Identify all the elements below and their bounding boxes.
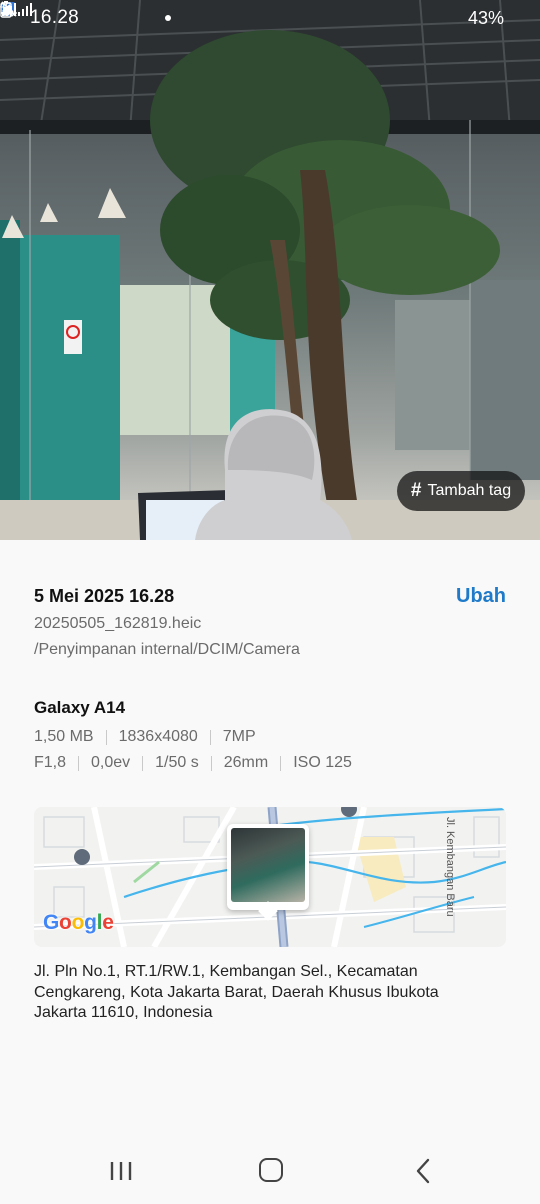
divider <box>142 755 144 771</box>
home-button[interactable] <box>259 1158 283 1182</box>
recents-icon <box>110 1162 132 1180</box>
street-label: Jl. Kembangan Baru <box>444 817 456 917</box>
add-tag-button[interactable]: # Tambah tag <box>397 471 525 511</box>
battery-percentage: 43% <box>467 7 504 28</box>
divider <box>209 729 211 745</box>
aperture: F1,8 <box>34 754 67 771</box>
status-bar: 16.28 4G 43% <box>0 0 540 36</box>
divider <box>210 755 212 771</box>
photo-image <box>0 0 540 540</box>
details-panel: 5 Mei 2025 16.28 Ubah 20250505_162819.he… <box>0 540 540 1140</box>
edit-button[interactable]: Ubah <box>456 585 506 608</box>
navigation-bar <box>0 1140 540 1204</box>
file-name: 20250505_162819.heic <box>34 615 202 632</box>
signal-4g-icon: 4G <box>0 1 460 27</box>
location-address: Jl. Pln No.1, RT.1/RW.1, Kembangan Sel.,… <box>34 963 439 1021</box>
location-map[interactable]: Jl. Kembangan Baru Google <box>34 807 506 947</box>
recents-button[interactable] <box>108 1159 134 1183</box>
camera-specs: F1,8 0,0ev 1/50 s 26mm ISO 125 <box>34 754 352 772</box>
date-row: 5 Mei 2025 16.28 Ubah <box>34 585 506 608</box>
photo-date: 5 Mei 2025 16.28 <box>34 586 175 606</box>
hashtag-icon: # <box>410 480 422 501</box>
file-size: 1,50 MB <box>34 728 94 745</box>
device-name: Galaxy A14 <box>34 698 126 717</box>
mute-icon <box>1 1 392 27</box>
file-specs: 1,50 MB 1836x4080 7MP <box>34 728 256 746</box>
google-logo: Google <box>43 911 114 934</box>
iso: ISO 125 <box>293 754 352 771</box>
photo-view[interactable]: 16.28 4G 43% # Tambah tag <box>0 0 540 540</box>
file-path: /Penyimpanan internal/DCIM/Camera <box>34 641 300 658</box>
exposure: 0,0ev <box>91 754 131 771</box>
dot-icon <box>165 15 172 21</box>
missed-call-icon <box>0 3 131 27</box>
divider <box>78 755 80 771</box>
status-time: 16.28 <box>30 7 80 28</box>
resolution: 1836x4080 <box>118 728 198 745</box>
map-photo-marker[interactable] <box>227 824 309 921</box>
battery-icon <box>0 1 524 27</box>
shutter-speed: 1/50 s <box>155 754 199 771</box>
signal-icon <box>2 3 418 27</box>
divider <box>280 755 282 771</box>
back-button[interactable] <box>413 1158 435 1184</box>
focal-length: 26mm <box>223 754 269 771</box>
add-tag-label: Tambah tag <box>427 482 512 499</box>
back-icon <box>416 1158 430 1184</box>
app-notification-icon <box>2 2 157 27</box>
message-icon <box>2 3 105 27</box>
map-photo-thumbnail <box>231 828 305 902</box>
megapixels: 7MP <box>222 728 256 745</box>
divider <box>105 729 107 745</box>
